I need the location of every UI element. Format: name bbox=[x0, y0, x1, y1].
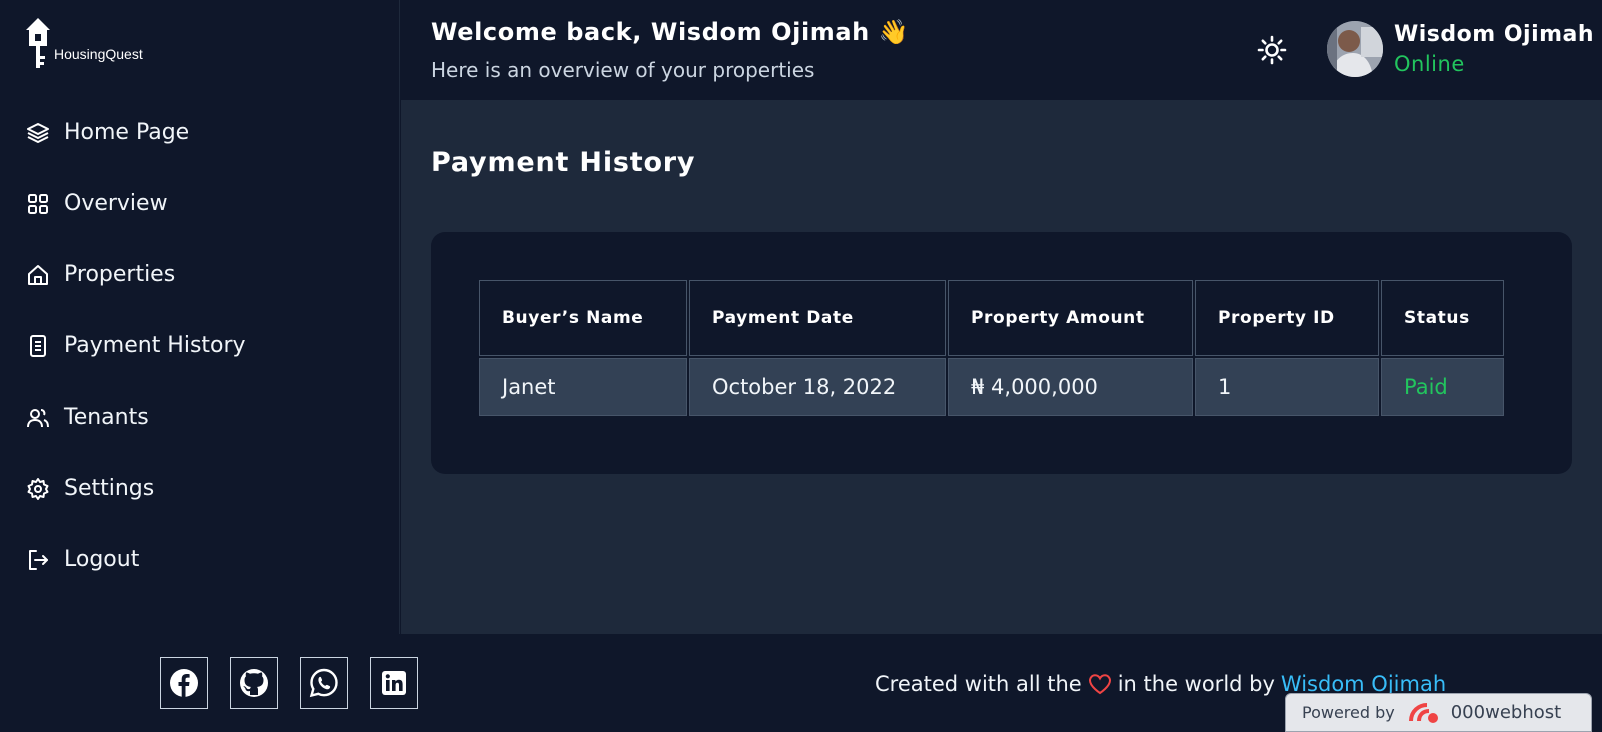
buyer-name-cell: Janet bbox=[479, 358, 687, 416]
facebook-link[interactable] bbox=[160, 657, 208, 709]
grid-icon bbox=[28, 193, 48, 214]
house-key-logo-icon bbox=[26, 18, 50, 68]
credit-middle: in the world by bbox=[1117, 672, 1275, 696]
sidebar: HousingQuest Home Page Overview Properti… bbox=[0, 0, 400, 634]
property-amount-cell: ₦ 4,000,000 bbox=[948, 358, 1193, 416]
user-status: Online bbox=[1394, 52, 1465, 76]
logo-text: HousingQuest bbox=[54, 46, 143, 62]
property-id-cell: 1 bbox=[1195, 358, 1379, 416]
home-icon bbox=[28, 264, 48, 285]
sidebar-item-label: Home Page bbox=[64, 120, 190, 145]
avatar[interactable] bbox=[1327, 21, 1383, 77]
document-icon bbox=[30, 334, 46, 357]
sidebar-item-label: Logout bbox=[64, 547, 140, 572]
credit-prefix: Created with all the bbox=[875, 672, 1082, 696]
sidebar-item-overview[interactable]: Overview bbox=[26, 191, 168, 216]
sidebar-item-label: Tenants bbox=[64, 405, 149, 430]
sidebar-item-label: Settings bbox=[64, 476, 155, 501]
top-bar: Welcome back, Wisdom Ojimah 👋 Here is an… bbox=[401, 0, 1602, 101]
sidebar-item-settings[interactable]: Settings bbox=[26, 476, 154, 501]
payment-table-card: Buyer’s Name Payment Date Property Amoun… bbox=[431, 232, 1572, 474]
sidebar-item-label: Overview bbox=[64, 191, 168, 216]
powered-by-label: Powered by bbox=[1302, 703, 1395, 722]
avatar-photo bbox=[1327, 21, 1383, 77]
table-row: Janet October 18, 2022 ₦ 4,000,000 1 Pai… bbox=[479, 358, 1504, 416]
sidebar-item-label: Properties bbox=[64, 262, 176, 287]
facebook-icon bbox=[170, 669, 198, 697]
column-header-status: Status bbox=[1381, 280, 1504, 356]
column-header-payment-date: Payment Date bbox=[689, 280, 946, 356]
sidebar-item-payment-history[interactable]: Payment History bbox=[26, 333, 246, 358]
sidebar-item-properties[interactable]: Properties bbox=[26, 262, 175, 287]
users-icon bbox=[27, 408, 49, 427]
column-header-buyer-name: Buyer’s Name bbox=[479, 280, 687, 356]
column-header-property-id: Property ID bbox=[1195, 280, 1379, 356]
sidebar-item-label: Payment History bbox=[64, 333, 246, 358]
sun-icon[interactable] bbox=[1257, 35, 1287, 65]
payment-history-table: Buyer’s Name Payment Date Property Amoun… bbox=[477, 278, 1506, 418]
github-icon bbox=[240, 669, 268, 697]
main-content: Payment History Buyer’s Name Payment Dat… bbox=[401, 101, 1602, 634]
webhost-brand: 000webhost bbox=[1450, 702, 1562, 723]
welcome-heading: Welcome back, Wisdom Ojimah 👋 bbox=[431, 18, 910, 46]
sidebar-item-home-page[interactable]: Home Page bbox=[26, 120, 189, 145]
payment-date-cell: October 18, 2022 bbox=[689, 358, 946, 416]
layers-icon bbox=[27, 122, 49, 143]
sidebar-item-tenants[interactable]: Tenants bbox=[26, 405, 149, 430]
powered-by-badge[interactable]: Powered by 000webhost bbox=[1285, 693, 1592, 732]
heart-icon bbox=[1088, 674, 1111, 695]
user-name: Wisdom Ojimah bbox=[1394, 22, 1595, 47]
logo[interactable]: HousingQuest bbox=[24, 16, 143, 72]
logout-icon bbox=[29, 549, 48, 570]
whatsapp-link[interactable] bbox=[300, 657, 348, 709]
github-link[interactable] bbox=[230, 657, 278, 709]
webhost-logo-icon bbox=[1408, 702, 1438, 723]
column-header-property-amount: Property Amount bbox=[948, 280, 1193, 356]
linkedin-link[interactable] bbox=[370, 657, 418, 709]
welcome-subtitle: Here is an overview of your properties bbox=[431, 58, 815, 82]
sidebar-item-logout[interactable]: Logout bbox=[26, 547, 139, 572]
gear-icon bbox=[27, 477, 49, 500]
page-title: Payment History bbox=[431, 147, 696, 178]
table-header-row: Buyer’s Name Payment Date Property Amoun… bbox=[479, 280, 1504, 356]
linkedin-icon bbox=[382, 671, 406, 695]
status-cell: Paid bbox=[1381, 358, 1504, 416]
whatsapp-icon bbox=[309, 668, 338, 698]
